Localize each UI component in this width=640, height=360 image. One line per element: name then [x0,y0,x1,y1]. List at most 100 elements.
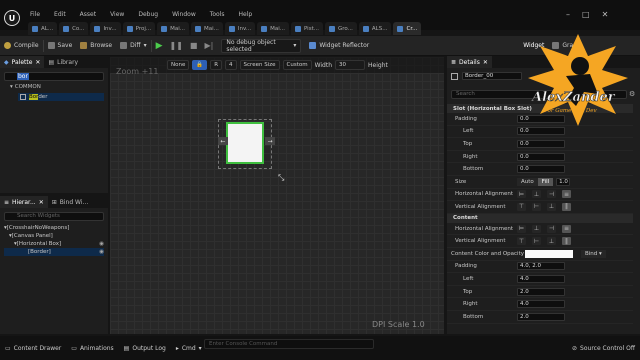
doc-tab[interactable]: AL... [28,22,58,35]
designer-viewport[interactable]: None 🔒 R 4 Screen Size Custom Width 30 H… [110,57,444,334]
bind-dropdown[interactable]: Bind ▾ [581,249,606,258]
content-drawer-button[interactable]: ▭ Content Drawer [0,342,66,354]
align-left-icon[interactable]: ⊨ [517,190,526,199]
screen-size-dropdown[interactable]: Screen Size [239,60,280,70]
menu-view[interactable]: View [110,11,124,18]
widget-reflector-button[interactable]: Widget Reflector [305,39,373,53]
chevron-down-icon: ▾ [143,42,147,49]
align-right-icon[interactable]: ⊣ [547,224,556,233]
tree-item-selected[interactable]: [Border] ◉ [4,248,104,256]
play-icon[interactable]: ▶ [156,41,163,51]
doc-tab[interactable]: ALS... [358,22,392,35]
cmd-dropdown[interactable]: ▸ Cmd ▾ [171,342,207,354]
align-center-icon[interactable]: ⊥ [532,224,541,233]
align-right-icon[interactable]: ⊣ [547,190,556,199]
custom-dropdown[interactable]: Custom [282,60,312,70]
minimize-icon[interactable]: – [566,10,570,19]
align-fill-icon[interactable]: ≡ [562,190,571,199]
source-control-icon: ⊘ [572,344,578,352]
hierarchy-tabs: ≡ Hierar... ✕ ⊞ Bind Wi... [0,196,108,208]
menu-file[interactable]: File [30,11,40,18]
tree-item[interactable]: ▾ [CrosshairNoWeapons] [4,224,104,232]
diff-button[interactable]: Diff ▾ [116,39,150,53]
section-content[interactable]: Content [447,213,633,223]
prop-top-content: Top 2.0 [447,286,633,299]
menu-window[interactable]: Window [172,11,196,18]
doc-tab[interactable]: Inv... [90,22,121,35]
size-fill-button[interactable]: Fill [537,177,554,186]
align-fill-icon[interactable]: ≡ [562,224,571,233]
console-input[interactable]: Enter Console Command [204,339,374,349]
width-input[interactable]: 30 [335,60,366,70]
doc-tab[interactable]: Pist... [290,22,323,35]
tree-item[interactable]: ▾ [Horizontal Box] ◉ [4,240,104,248]
palette-item-border[interactable]: Border [18,93,104,101]
category-common[interactable]: ▾ COMMON [10,84,41,90]
source-control-button[interactable]: ⊘ Source Control Off [567,342,640,354]
arrow-left-icon[interactable]: ← [218,137,228,145]
doc-tab[interactable]: Gro... [324,22,357,35]
tab-hierarchy[interactable]: ≡ Hierar... ✕ [0,196,48,208]
menu-edit[interactable]: Edit [54,11,66,18]
align-left-icon[interactable]: ⊨ [517,224,526,233]
visibility-icon[interactable]: ◉ [99,249,104,255]
tab-bind-widgets[interactable]: ⊞ Bind Wi... [48,196,93,208]
pause-icon[interactable]: ❚❚ [170,41,183,50]
size-auto-button[interactable]: Auto [517,177,538,186]
align-fill-icon[interactable]: ‖ [562,237,571,246]
align-fill-icon[interactable]: ‖ [562,202,571,211]
tab-palette[interactable]: ◆ Palette ✕ [0,56,45,68]
align-top-icon[interactable]: ⊤ [517,237,526,246]
doc-tab[interactable]: Co... [59,22,89,35]
resize-handle-icon[interactable]: ⤡ [278,173,284,183]
color-swatch[interactable] [525,249,573,258]
stop-icon[interactable]: ■ [190,41,198,50]
doc-tab[interactable]: Mai... [191,22,223,35]
palette-search-input[interactable]: bor [4,72,104,81]
border-widget-icon [451,72,458,80]
grid-snap-button[interactable]: 4 [225,60,237,70]
browse-button[interactable]: Browse [76,39,116,53]
doc-tab-active[interactable]: Cr... [393,22,422,35]
doc-tab[interactable]: Mai... [257,22,289,35]
align-middle-icon[interactable]: ⊢ [532,237,541,246]
close-icon[interactable]: ✕ [483,59,488,66]
close-icon[interactable]: ✕ [39,199,44,206]
menu-tools[interactable]: Tools [210,11,225,18]
maximize-icon[interactable]: □ [582,10,590,19]
doc-tab[interactable]: Inv... [224,22,256,35]
chevron-down-icon: ▾ [198,344,202,352]
doc-tab[interactable]: Mai... [157,22,190,35]
close-icon[interactable]: ✕ [602,10,609,19]
unreal-logo-icon[interactable]: U [4,10,20,26]
widget-name-field[interactable]: Border_00 [462,72,522,80]
tree-item[interactable]: ▾ [Canvas Panel] [4,232,104,240]
output-log-button[interactable]: ▤ Output Log [119,342,171,354]
menu-debug[interactable]: Debug [138,11,158,18]
visibility-icon[interactable]: ◉ [99,241,104,247]
lock-button[interactable]: 🔒 [192,60,208,70]
r-button[interactable]: R [210,60,223,70]
animations-button[interactable]: ▭ Animations [66,342,118,354]
step-icon[interactable]: ▶| [204,41,213,50]
align-bottom-icon[interactable]: ⊥ [547,202,556,211]
border-widget-preview[interactable] [226,122,264,164]
save-button[interactable]: Save [44,39,77,53]
close-icon[interactable]: ✕ [35,59,40,66]
height-label: Height [368,61,388,69]
align-center-icon[interactable]: ⊥ [532,190,541,199]
compile-button[interactable]: Compile [0,39,43,53]
align-bottom-icon[interactable]: ⊥ [547,237,556,246]
debug-object-dropdown[interactable]: No debug object selected ▾ [221,38,302,53]
none-dropdown[interactable]: None [167,60,190,70]
menu-help[interactable]: Help [239,11,253,18]
arrow-right-icon[interactable]: → [265,137,275,145]
details-icon: ≣ [451,58,457,66]
align-middle-icon[interactable]: ⊢ [532,202,541,211]
menu-asset[interactable]: Asset [80,11,96,18]
align-top-icon[interactable]: ⊤ [517,202,526,211]
tab-details[interactable]: ≣ Details ✕ [447,56,492,68]
hierarchy-search-input[interactable]: Search Widgets [4,212,104,221]
tab-library[interactable]: ▤ Library [44,56,82,68]
doc-tab[interactable]: Proj... [122,22,156,35]
